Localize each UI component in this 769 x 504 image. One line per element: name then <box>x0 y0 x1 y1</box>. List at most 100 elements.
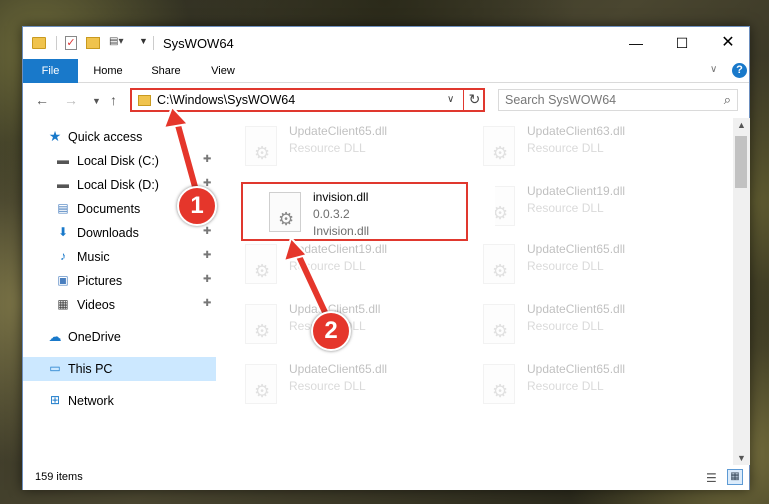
music-icon: ♪ <box>60 249 66 263</box>
network-icon: ⊞ <box>49 393 61 407</box>
sidebar-item-local-disk-c[interactable]: ▬ Local Disk (C:) ✚ <box>23 149 216 173</box>
vertical-scrollbar[interactable]: ▲ ▼ <box>733 118 750 465</box>
pictures-icon: ▣ <box>57 273 69 287</box>
sidebar-item-label: Downloads <box>77 226 139 240</box>
new-folder-icon[interactable] <box>86 37 100 49</box>
ribbon: File Home Share View ∨ ? <box>23 59 749 83</box>
file-item[interactable]: ⚙ UpdateClient5.dll Resource DLL <box>241 298 471 350</box>
folder-icon <box>138 95 151 106</box>
file-item[interactable]: ⚙ UpdateClient65.dll Resource DLL <box>479 358 709 410</box>
chevron-down-icon[interactable]: ▼ <box>139 36 148 52</box>
dll-file-icon: ⚙ <box>483 364 515 404</box>
file-name: UpdateClient19.dll <box>527 184 626 198</box>
file-type: Resource DLL <box>527 141 604 155</box>
gear-icon: ⚙ <box>492 143 509 163</box>
dll-file-icon: ⚙ <box>483 304 515 344</box>
divider <box>153 36 154 50</box>
address-bar[interactable]: C:\Windows\SysWOW64 ∨ ↻ <box>130 88 485 112</box>
pin-icon[interactable]: ✚ <box>203 226 211 237</box>
title-bar: ✓ ▤▾ ▼ SysWOW64 — ☐ ✕ <box>23 27 749 59</box>
window-title: SysWOW64 <box>163 36 234 51</box>
file-item[interactable]: ⚙ UpdateClient65.dll Resource DLL <box>479 298 709 350</box>
computer-icon: ▭ <box>49 361 61 375</box>
file-name: UpdateClient65.dll <box>289 124 388 138</box>
download-icon: ⬇ <box>57 225 69 239</box>
sidebar-item-label: Local Disk (C:) <box>77 154 159 168</box>
file-item[interactable]: ⚙ UpdateClient63.dll Resource DLL <box>479 120 709 172</box>
expand-ribbon-icon[interactable]: ∨ <box>710 64 717 75</box>
tab-home[interactable]: Home <box>85 59 131 83</box>
file-type: Resource DLL <box>289 141 366 155</box>
highlight-box <box>241 182 468 241</box>
pin-icon[interactable]: ✚ <box>203 274 211 285</box>
properties-icon[interactable]: ✓ <box>65 36 77 50</box>
forward-arrow-icon[interactable]: → <box>64 92 78 108</box>
search-icon[interactable]: ⌕ <box>724 92 731 108</box>
file-name: UpdateClient65.dll <box>527 302 626 316</box>
minimize-button[interactable]: — <box>613 27 659 59</box>
tab-share[interactable]: Share <box>141 59 191 83</box>
up-arrow-icon[interactable]: ↑ <box>110 92 117 108</box>
gear-icon: ⚙ <box>492 261 509 281</box>
dll-file-icon: ⚙ <box>245 244 277 284</box>
sidebar-item-label: Documents <box>77 202 141 216</box>
recent-locations-icon[interactable]: ▼ <box>92 96 101 106</box>
scrollbar-thumb[interactable] <box>735 136 747 188</box>
documents-icon: ▤ <box>57 201 69 215</box>
file-item[interactable]: ⚙ UpdateClient65.dll Resource DLL <box>241 358 471 410</box>
pin-icon[interactable]: ✚ <box>203 298 211 309</box>
file-list: ⚙ UpdateClient65.dll Resource DLL ⚙ Upda… <box>231 118 733 462</box>
file-item[interactable]: ⚙ UpdateClient65.dll Resource DLL <box>241 120 471 172</box>
search-input[interactable]: Search SysWOW64 ⌕ <box>498 89 738 111</box>
file-type: Resource DLL <box>527 259 604 273</box>
navigation-pane: ★ Quick access ▬ Local Disk (C:) ✚ ▬ Loc… <box>23 118 216 462</box>
sidebar-item-label: Videos <box>77 298 115 312</box>
sidebar-item-label: Network <box>68 394 114 408</box>
sidebar-item-pictures[interactable]: ▣ Pictures ✚ <box>23 269 216 293</box>
star-icon: ★ <box>48 128 62 144</box>
gear-icon: ⚙ <box>254 261 271 281</box>
search-placeholder: Search SysWOW64 <box>505 93 617 107</box>
tab-file[interactable]: File <box>23 59 78 83</box>
dll-file-icon: ⚙ <box>245 126 277 166</box>
back-arrow-icon[interactable]: ← <box>35 92 49 108</box>
dll-file-icon: ⚙ <box>483 126 515 166</box>
dll-file-icon: ⚙ <box>483 244 515 284</box>
sidebar-item-onedrive[interactable]: ☁ OneDrive <box>23 325 216 349</box>
scroll-down-icon[interactable]: ▼ <box>737 453 746 463</box>
tiles-view-icon[interactable]: ▦ <box>727 469 743 485</box>
file-type: Resource DLL <box>527 379 604 393</box>
chevron-down-icon[interactable]: ∨ <box>447 94 454 105</box>
details-view-icon[interactable]: ☰ <box>706 471 717 485</box>
file-item[interactable]: ⚙ UpdateClient19.dll Resource DLL <box>241 238 471 290</box>
drive-icon: ▬ <box>57 177 69 191</box>
sidebar-item-this-pc[interactable]: ▭ This PC <box>23 357 216 381</box>
explorer-window: ✓ ▤▾ ▼ SysWOW64 — ☐ ✕ File Home Share Vi… <box>22 26 750 490</box>
file-item[interactable]: ⚙ UpdateClient65.dll Resource DLL <box>479 238 709 290</box>
close-button[interactable]: ✕ <box>705 27 751 59</box>
scroll-up-icon[interactable]: ▲ <box>737 120 746 130</box>
help-icon[interactable]: ? <box>732 63 747 78</box>
pin-icon[interactable]: ✚ <box>203 154 211 165</box>
gear-icon: ⚙ <box>254 143 271 163</box>
file-item[interactable]: ⚙ UpdateClient19.dll Resource DLL <box>479 180 709 232</box>
drive-icon: ▬ <box>57 153 69 167</box>
maximize-button[interactable]: ☐ <box>659 27 705 59</box>
address-path[interactable]: C:\Windows\SysWOW64 <box>157 93 295 107</box>
tab-view[interactable]: View <box>201 59 245 83</box>
customize-toolbar-icon[interactable]: ▤▾ <box>109 36 133 52</box>
gear-icon: ⚙ <box>254 321 271 341</box>
sidebar-item-label: Music <box>77 250 110 264</box>
sidebar-item-downloads[interactable]: ⬇ Downloads ✚ <box>23 221 216 245</box>
file-name: UpdateClient65.dll <box>527 242 626 256</box>
sidebar-item-videos[interactable]: ▦ Videos ✚ <box>23 293 216 317</box>
pin-icon[interactable]: ✚ <box>203 250 211 261</box>
sidebar-item-network[interactable]: ⊞ Network <box>23 389 216 413</box>
refresh-icon[interactable]: ↻ <box>463 88 485 112</box>
sidebar-item-label: Pictures <box>77 274 123 288</box>
dll-file-icon: ⚙ <box>245 304 277 344</box>
sidebar-item-quick-access[interactable]: ★ Quick access <box>23 125 216 149</box>
navigation-bar: ← → ▼ ↑ C:\Windows\SysWOW64 ∨ ↻ Search S… <box>23 84 749 118</box>
sidebar-item-music[interactable]: ♪ Music ✚ <box>23 245 216 269</box>
divider <box>56 36 57 50</box>
